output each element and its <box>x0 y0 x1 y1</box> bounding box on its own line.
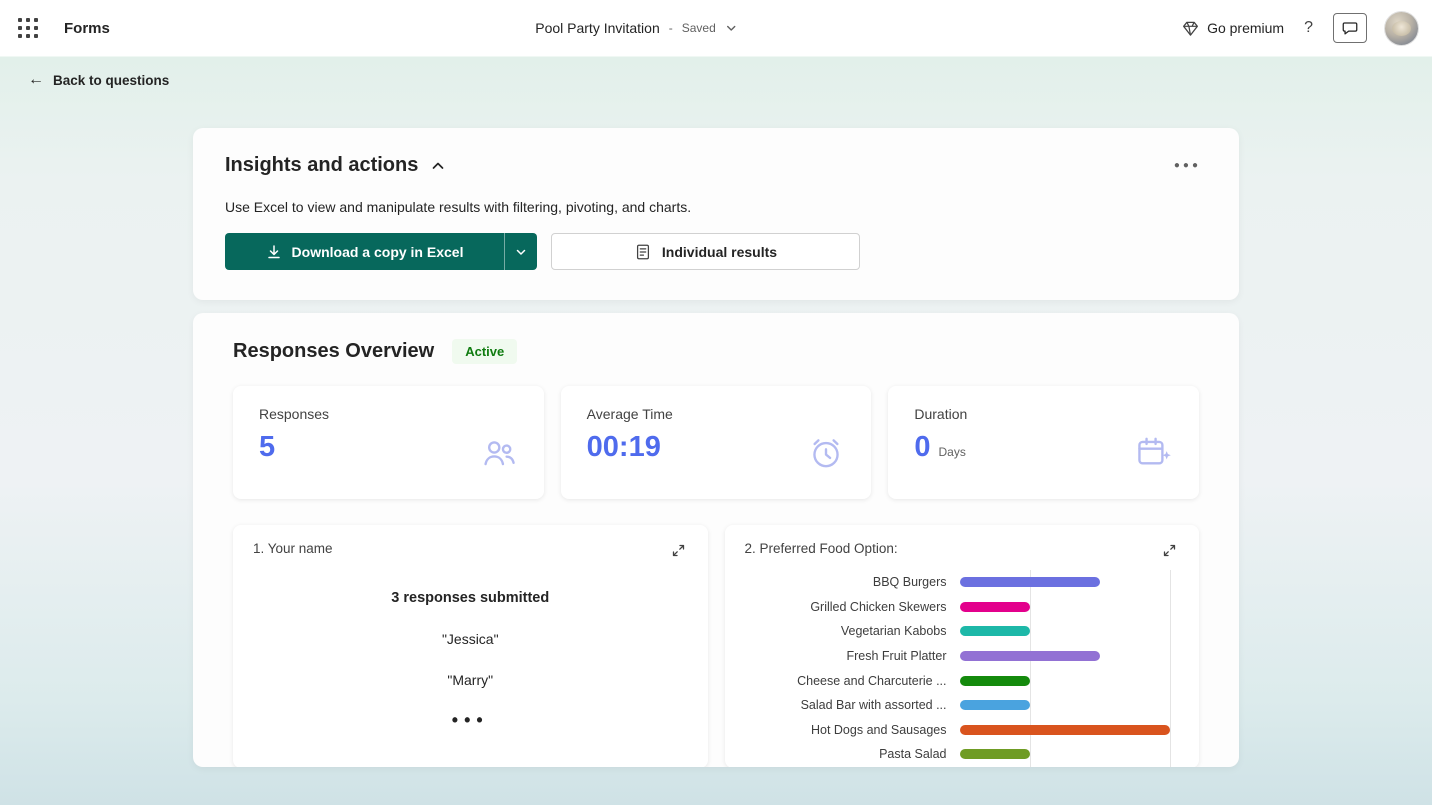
question-cards-row: 1. Your name 3 responses submitted "Jess… <box>233 525 1199 767</box>
stat-value: 0 <box>914 431 931 463</box>
chart-category-label: Grilled Chicken Skewers <box>810 599 947 614</box>
download-dropdown-button[interactable] <box>504 233 537 270</box>
response-item: "Marry" <box>447 672 494 688</box>
stat-label: Responses <box>259 406 330 422</box>
help-button[interactable]: ? <box>1302 19 1315 37</box>
chart-bar[interactable] <box>959 700 1030 711</box>
chart-bar[interactable] <box>959 724 1170 735</box>
collapse-chevron-up-icon[interactable] <box>430 158 446 174</box>
chart-category-label: Cheese and Charcuterie ... <box>797 673 947 688</box>
download-label: Download a copy in Excel <box>291 243 464 260</box>
back-to-questions-link[interactable]: ← Back to questions <box>0 56 169 88</box>
more-options-button[interactable]: ●●● <box>1168 156 1207 175</box>
chart-row: Pasta Salad <box>745 742 1180 767</box>
header-actions: Go premium ? <box>1181 11 1418 45</box>
main-content: Insights and actions ●●● Use Excel to vi… <box>193 128 1239 767</box>
form-icon <box>634 243 652 261</box>
stat-value: 00:19 <box>586 431 661 463</box>
title-separator: - <box>668 21 673 35</box>
insights-card: Insights and actions ●●● Use Excel to vi… <box>193 128 1239 300</box>
question-card-food-option: 2. Preferred Food Option: BBQ Burgers Gri… <box>724 525 1199 767</box>
stat-label: Duration <box>914 406 968 422</box>
chart-row: Cheese and Charcuterie ... <box>745 668 1180 693</box>
chart-category-label: Hot Dogs and Sausages <box>810 722 947 737</box>
chart-category-label: Fresh Fruit Platter <box>846 649 947 664</box>
download-excel-button[interactable]: Download a copy in Excel <box>225 233 504 270</box>
document-title[interactable]: Pool Party Invitation <box>535 20 660 36</box>
app-header: Forms Pool Party Invitation - Saved Go p… <box>0 0 1432 56</box>
feedback-button[interactable] <box>1333 13 1367 43</box>
back-label: Back to questions <box>53 72 170 88</box>
stat-card-duration: Duration 0 Days <box>888 386 1200 499</box>
question-title: 1. Your name <box>253 541 333 556</box>
avatar[interactable] <box>1385 11 1418 45</box>
question-title: 2. Preferred Food Option: <box>744 541 898 556</box>
document-title-group: Pool Party Invitation - Saved <box>535 20 737 36</box>
stat-value: 5 <box>259 431 276 463</box>
speech-bubble-icon <box>1341 19 1359 37</box>
chart-bar[interactable] <box>959 577 1100 588</box>
insights-title: Insights and actions <box>225 154 419 176</box>
go-premium-button[interactable]: Go premium <box>1181 19 1284 38</box>
chart-row: Vegetarian Kabobs <box>745 619 1180 644</box>
stats-row: Responses 5 Average Time 00:19 Duration … <box>233 386 1200 499</box>
status-badge: Active <box>452 339 518 364</box>
expand-icon[interactable] <box>669 541 688 560</box>
individual-results-button[interactable]: Individual results <box>551 233 860 270</box>
calendar-sparkle-icon <box>1135 434 1173 477</box>
expand-icon[interactable] <box>1160 541 1179 560</box>
chart-category-label: Pasta Salad <box>879 747 947 762</box>
back-arrow-icon: ← <box>28 71 44 88</box>
chart-category-label: BBQ Burgers <box>872 575 947 590</box>
chart-category-label: Salad Bar with assorted ... <box>800 698 947 713</box>
chart-bar[interactable] <box>959 749 1030 760</box>
chart-bar[interactable] <box>959 626 1030 637</box>
response-item: "Jessica" <box>441 631 499 647</box>
stat-card-responses: Responses 5 <box>233 386 544 499</box>
food-chart-plot: BBQ Burgers Grilled Chicken Skewers Vegeta… <box>745 570 1180 767</box>
download-icon <box>266 244 282 260</box>
responses-overview-title: Responses Overview <box>233 340 435 362</box>
gem-icon <box>1181 19 1200 38</box>
people-icon <box>480 434 518 477</box>
alarm-clock-icon <box>807 434 845 477</box>
responses-overview-card: Responses Overview Active Responses 5 Av… <box>193 313 1239 767</box>
responses-summary: 3 responses submitted <box>391 590 550 606</box>
chart-row: BBQ Burgers <box>745 570 1180 595</box>
chart-row: Hot Dogs and Sausages <box>745 718 1180 743</box>
stat-label: Average Time <box>586 406 673 422</box>
question-card-your-name: 1. Your name 3 responses submitted "Jess… <box>233 525 708 767</box>
chart-row: Fresh Fruit Platter <box>745 644 1180 669</box>
chart-bar[interactable] <box>959 675 1030 686</box>
go-premium-label: Go premium <box>1207 20 1285 36</box>
save-status: Saved <box>681 21 716 35</box>
stat-card-average-time: Average Time 00:19 <box>560 386 872 499</box>
chevron-down-icon[interactable] <box>725 22 737 34</box>
download-excel-split-button: Download a copy in Excel <box>225 233 537 270</box>
individual-results-label: Individual results <box>661 243 778 260</box>
app-launcher-icon[interactable] <box>18 18 38 38</box>
more-responses-ellipsis: ••• <box>451 710 489 730</box>
stat-unit: Days <box>938 445 966 459</box>
app-name[interactable]: Forms <box>64 20 110 37</box>
chart-row: Grilled Chicken Skewers <box>745 595 1180 620</box>
chart-bar[interactable] <box>959 601 1030 612</box>
chart-bar[interactable] <box>959 651 1100 662</box>
chart-category-label: Vegetarian Kabobs <box>840 624 947 639</box>
insights-description: Use Excel to view and manipulate results… <box>225 199 692 215</box>
chart-row: Salad Bar with assorted ... <box>745 693 1180 718</box>
